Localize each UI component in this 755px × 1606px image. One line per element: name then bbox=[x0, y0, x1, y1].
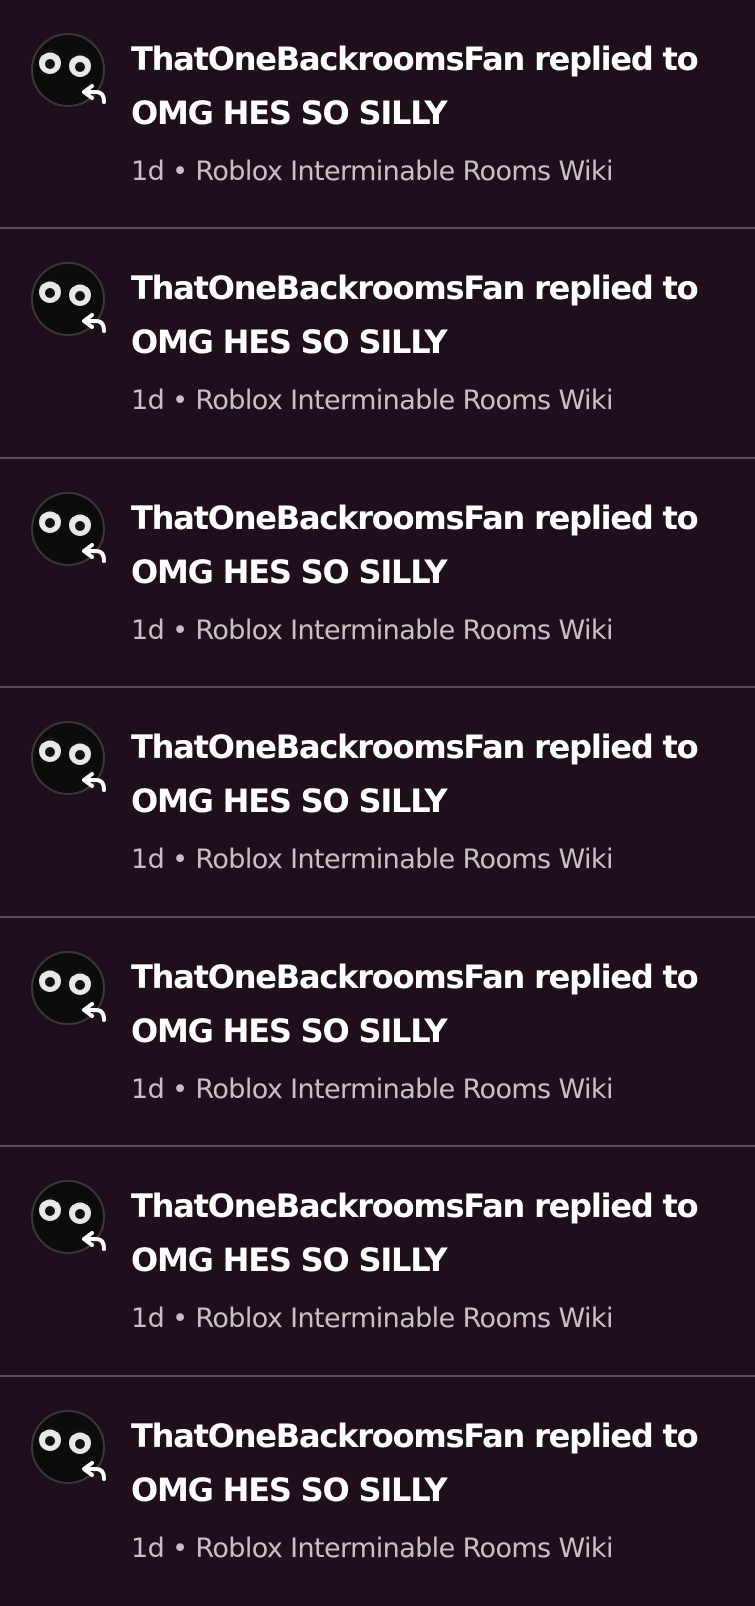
notification-item[interactable]: ThatOneBackroomsFan replied to OMG HES S… bbox=[0, 1376, 755, 1606]
avatar[interactable] bbox=[28, 718, 114, 804]
notification-meta: 1d • Roblox Interminable Rooms Wiki bbox=[131, 1301, 735, 1337]
action-text: replied to bbox=[534, 957, 699, 996]
notification-item[interactable]: ThatOneBackroomsFan replied to OMG HES S… bbox=[0, 458, 755, 689]
timestamp: 1d bbox=[131, 844, 165, 876]
avatar-face-icon bbox=[31, 1180, 105, 1255]
notification-text: ThatOneBackroomsFan replied to OMG HES S… bbox=[131, 950, 735, 1108]
avatar[interactable] bbox=[28, 948, 114, 1034]
username[interactable]: ThatOneBackroomsFan bbox=[131, 40, 525, 78]
meta-separator: • bbox=[172, 1532, 188, 1564]
timestamp: 1d bbox=[131, 156, 165, 187]
meta-separator: • bbox=[172, 1303, 188, 1335]
action-text: replied to bbox=[534, 1416, 699, 1455]
thread-title[interactable]: OMG HES SO SILLY bbox=[131, 774, 735, 828]
meta-separator: • bbox=[172, 614, 188, 646]
wiki-name: Roblox Interminable Rooms Wiki bbox=[195, 385, 613, 417]
username[interactable]: ThatOneBackroomsFan bbox=[131, 499, 525, 537]
avatar[interactable] bbox=[28, 259, 114, 345]
wiki-name: Roblox Interminable Rooms Wiki bbox=[195, 844, 613, 876]
username[interactable]: ThatOneBackroomsFan bbox=[131, 1417, 525, 1455]
timestamp: 1d bbox=[131, 385, 165, 417]
timestamp: 1d bbox=[131, 614, 165, 646]
timestamp: 1d bbox=[131, 1532, 165, 1564]
notification-text: ThatOneBackroomsFan replied to OMG HES S… bbox=[131, 261, 735, 419]
avatar-face-icon bbox=[31, 1409, 105, 1484]
notification-meta: 1d • Roblox Interminable Rooms Wiki bbox=[131, 1072, 735, 1108]
username[interactable]: ThatOneBackroomsFan bbox=[131, 958, 525, 996]
avatar-face-icon bbox=[31, 33, 105, 107]
avatar-face-icon bbox=[31, 491, 105, 566]
notification-text: ThatOneBackroomsFan replied to OMG HES S… bbox=[131, 1409, 735, 1567]
thread-title[interactable]: OMG HES SO SILLY bbox=[131, 1463, 735, 1517]
notification-list: ThatOneBackroomsFan replied to OMG HES S… bbox=[0, 0, 755, 1606]
thread-title[interactable]: OMG HES SO SILLY bbox=[131, 86, 735, 140]
notification-item[interactable]: ThatOneBackroomsFan replied to OMG HES S… bbox=[0, 229, 755, 459]
notification-item[interactable]: ThatOneBackroomsFan replied to OMG HES S… bbox=[0, 917, 755, 1148]
thread-title[interactable]: OMG HES SO SILLY bbox=[131, 1233, 735, 1287]
wiki-name: Roblox Interminable Rooms Wiki bbox=[195, 614, 613, 646]
notification-item[interactable]: ThatOneBackroomsFan replied to OMG HES S… bbox=[0, 0, 755, 230]
notification-text: ThatOneBackroomsFan replied to OMG HES S… bbox=[131, 491, 735, 649]
meta-separator: • bbox=[172, 1073, 188, 1105]
notification-meta: 1d • Roblox Interminable Rooms Wiki bbox=[131, 842, 735, 878]
avatar[interactable] bbox=[28, 1407, 114, 1493]
wiki-name: Roblox Interminable Rooms Wiki bbox=[195, 156, 613, 187]
username[interactable]: ThatOneBackroomsFan bbox=[131, 1187, 525, 1225]
timestamp: 1d bbox=[131, 1303, 165, 1335]
avatar[interactable] bbox=[28, 489, 114, 575]
wiki-name: Roblox Interminable Rooms Wiki bbox=[195, 1073, 613, 1105]
notification-meta: 1d • Roblox Interminable Rooms Wiki bbox=[131, 154, 735, 190]
avatar-face-icon bbox=[31, 721, 105, 796]
meta-separator: • bbox=[172, 385, 188, 417]
meta-separator: • bbox=[172, 156, 188, 187]
avatar-face-icon bbox=[31, 262, 105, 337]
notification-text: ThatOneBackroomsFan replied to OMG HES S… bbox=[131, 1179, 735, 1337]
username[interactable]: ThatOneBackroomsFan bbox=[131, 728, 525, 766]
notification-item[interactable]: ThatOneBackroomsFan replied to OMG HES S… bbox=[0, 688, 755, 918]
action-text: replied to bbox=[534, 40, 699, 78]
notification-meta: 1d • Roblox Interminable Rooms Wiki bbox=[131, 613, 735, 649]
wiki-name: Roblox Interminable Rooms Wiki bbox=[195, 1303, 613, 1335]
notification-text: ThatOneBackroomsFan replied to OMG HES S… bbox=[131, 32, 735, 190]
thread-title[interactable]: OMG HES SO SILLY bbox=[131, 545, 735, 599]
avatar[interactable] bbox=[28, 1177, 114, 1263]
thread-title[interactable]: OMG HES SO SILLY bbox=[131, 1004, 735, 1058]
action-text: replied to bbox=[534, 728, 699, 767]
action-text: replied to bbox=[534, 498, 699, 537]
action-text: replied to bbox=[534, 269, 699, 308]
wiki-name: Roblox Interminable Rooms Wiki bbox=[195, 1532, 613, 1564]
thread-title[interactable]: OMG HES SO SILLY bbox=[131, 315, 735, 369]
meta-separator: • bbox=[172, 844, 188, 876]
avatar[interactable] bbox=[28, 30, 114, 116]
timestamp: 1d bbox=[131, 1073, 165, 1105]
username[interactable]: ThatOneBackroomsFan bbox=[131, 269, 525, 307]
notification-text: ThatOneBackroomsFan replied to OMG HES S… bbox=[131, 720, 735, 878]
avatar-face-icon bbox=[31, 950, 105, 1025]
notification-item[interactable]: ThatOneBackroomsFan replied to OMG HES S… bbox=[0, 1147, 755, 1377]
action-text: replied to bbox=[534, 1187, 699, 1226]
notification-meta: 1d • Roblox Interminable Rooms Wiki bbox=[131, 1531, 735, 1567]
notification-meta: 1d • Roblox Interminable Rooms Wiki bbox=[131, 383, 735, 419]
